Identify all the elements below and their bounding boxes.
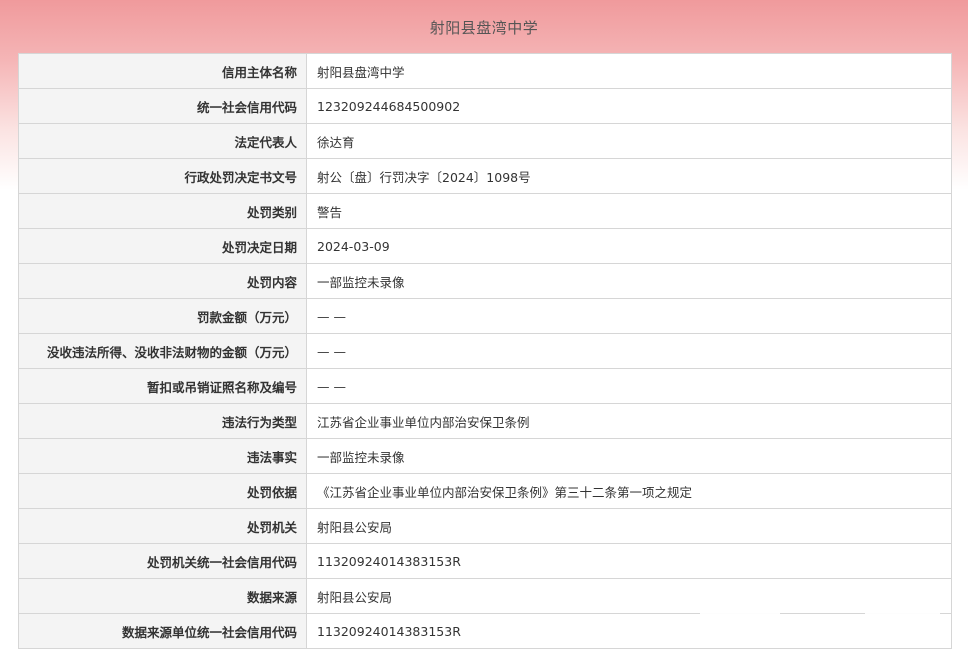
- table-row: 罚款金额（万元） — —: [18, 298, 952, 334]
- table-row: 统一社会信用代码 123209244684500902: [18, 88, 952, 124]
- row-value: 射阳县公安局: [306, 508, 952, 544]
- table-row: 处罚内容 一部监控未录像: [18, 263, 952, 299]
- row-label: 法定代表人: [18, 123, 307, 159]
- row-label: 处罚机关: [18, 508, 307, 544]
- table-row: 行政处罚决定书文号 射公〔盘〕行罚决字〔2024〕1098号: [18, 158, 952, 194]
- row-label: 信用主体名称: [18, 53, 307, 89]
- row-value: 一部监控未录像: [306, 438, 952, 474]
- row-value: 徐达育: [306, 123, 952, 159]
- row-label: 暂扣或吊销证照名称及编号: [18, 368, 307, 404]
- table-row: 违法事实 一部监控未录像: [18, 438, 952, 474]
- row-value: — —: [306, 333, 952, 369]
- watermark-smudge: [865, 612, 940, 615]
- row-label: 数据来源单位统一社会信用代码: [18, 613, 307, 649]
- table-row: 暂扣或吊销证照名称及编号 — —: [18, 368, 952, 404]
- table-row: 处罚依据 《江苏省企业事业单位内部治安保卫条例》第三十二条第一项之规定: [18, 473, 952, 509]
- row-label: 处罚类别: [18, 193, 307, 229]
- row-value: — —: [306, 298, 952, 334]
- row-label: 罚款金额（万元）: [18, 298, 307, 334]
- row-value: 射公〔盘〕行罚决字〔2024〕1098号: [306, 158, 952, 194]
- row-label: 没收违法所得、没收非法财物的金额（万元）: [18, 333, 307, 369]
- row-value: 江苏省企业事业单位内部治安保卫条例: [306, 403, 952, 439]
- row-value: 11320924014383153R: [306, 543, 952, 579]
- row-label: 违法事实: [18, 438, 307, 474]
- table-row: 数据来源单位统一社会信用代码 11320924014383153R: [18, 613, 952, 649]
- watermark-smudge: [700, 612, 780, 615]
- table-row: 处罚机关 射阳县公安局: [18, 508, 952, 544]
- row-value: 射阳县盘湾中学: [306, 53, 952, 89]
- table-row: 处罚类别 警告: [18, 193, 952, 229]
- page-title: 射阳县盘湾中学: [429, 19, 539, 37]
- table-row: 处罚机关统一社会信用代码 11320924014383153R: [18, 543, 952, 579]
- row-label: 违法行为类型: [18, 403, 307, 439]
- row-value: 123209244684500902: [306, 88, 952, 124]
- row-label: 统一社会信用代码: [18, 88, 307, 124]
- row-value: — —: [306, 368, 952, 404]
- row-value: 射阳县公安局: [306, 578, 952, 614]
- table-row: 违法行为类型 江苏省企业事业单位内部治安保卫条例: [18, 403, 952, 439]
- row-label: 处罚决定日期: [18, 228, 307, 264]
- table-row: 没收违法所得、没收非法财物的金额（万元） — —: [18, 333, 952, 369]
- row-value: 一部监控未录像: [306, 263, 952, 299]
- row-label: 行政处罚决定书文号: [18, 158, 307, 194]
- row-value: 11320924014383153R: [306, 613, 952, 649]
- table-row: 处罚决定日期 2024-03-09: [18, 228, 952, 264]
- table-row: 法定代表人 徐达育: [18, 123, 952, 159]
- row-label: 数据来源: [18, 578, 307, 614]
- row-value: 《江苏省企业事业单位内部治安保卫条例》第三十二条第一项之规定: [306, 473, 952, 509]
- row-label: 处罚机关统一社会信用代码: [18, 543, 307, 579]
- row-label: 处罚依据: [18, 473, 307, 509]
- table-row: 信用主体名称 射阳县盘湾中学: [18, 53, 952, 89]
- table-row: 数据来源 射阳县公安局: [18, 578, 952, 614]
- row-value: 2024-03-09: [306, 228, 952, 264]
- row-label: 处罚内容: [18, 263, 307, 299]
- row-value: 警告: [306, 193, 952, 229]
- penalty-info-table: 信用主体名称 射阳县盘湾中学 统一社会信用代码 1232092446845009…: [18, 53, 952, 649]
